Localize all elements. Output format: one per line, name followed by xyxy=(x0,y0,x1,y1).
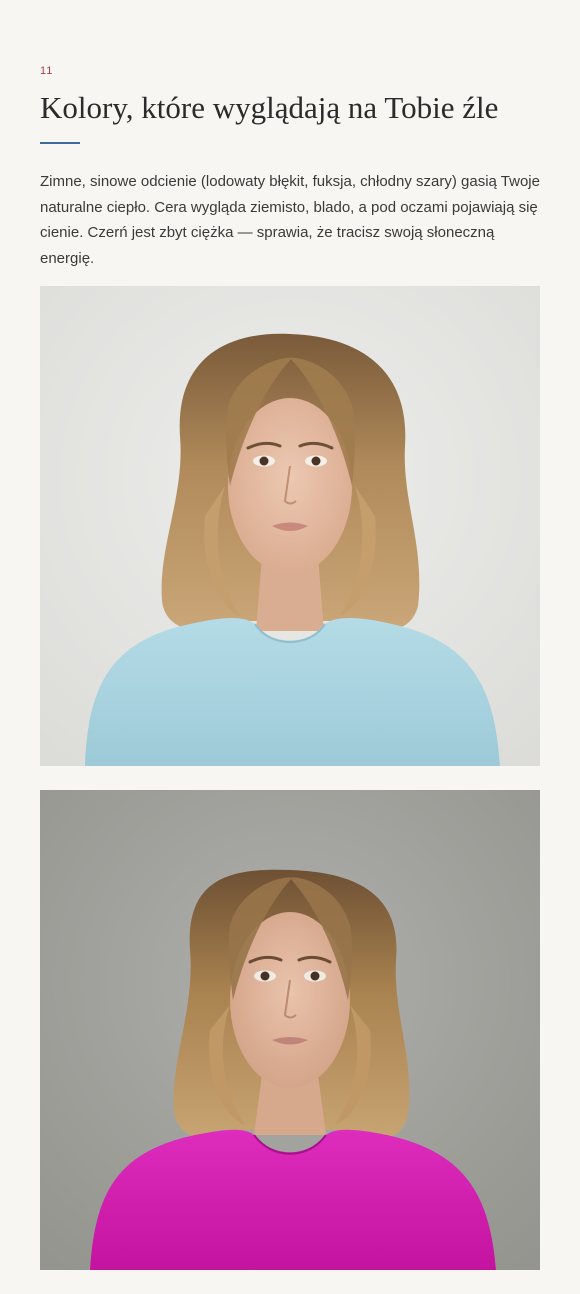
portrait-photo-fuchsia-top xyxy=(40,790,540,1270)
portrait-photo-light-blue-top xyxy=(40,286,540,766)
section-title: Kolory, które wyglądają na Tobie źle xyxy=(40,90,499,125)
section-number: 11 xyxy=(40,65,54,77)
section-body: Zimne, sinowe odcienie (lodowaty błękit,… xyxy=(40,173,540,267)
title-underline xyxy=(40,142,80,144)
